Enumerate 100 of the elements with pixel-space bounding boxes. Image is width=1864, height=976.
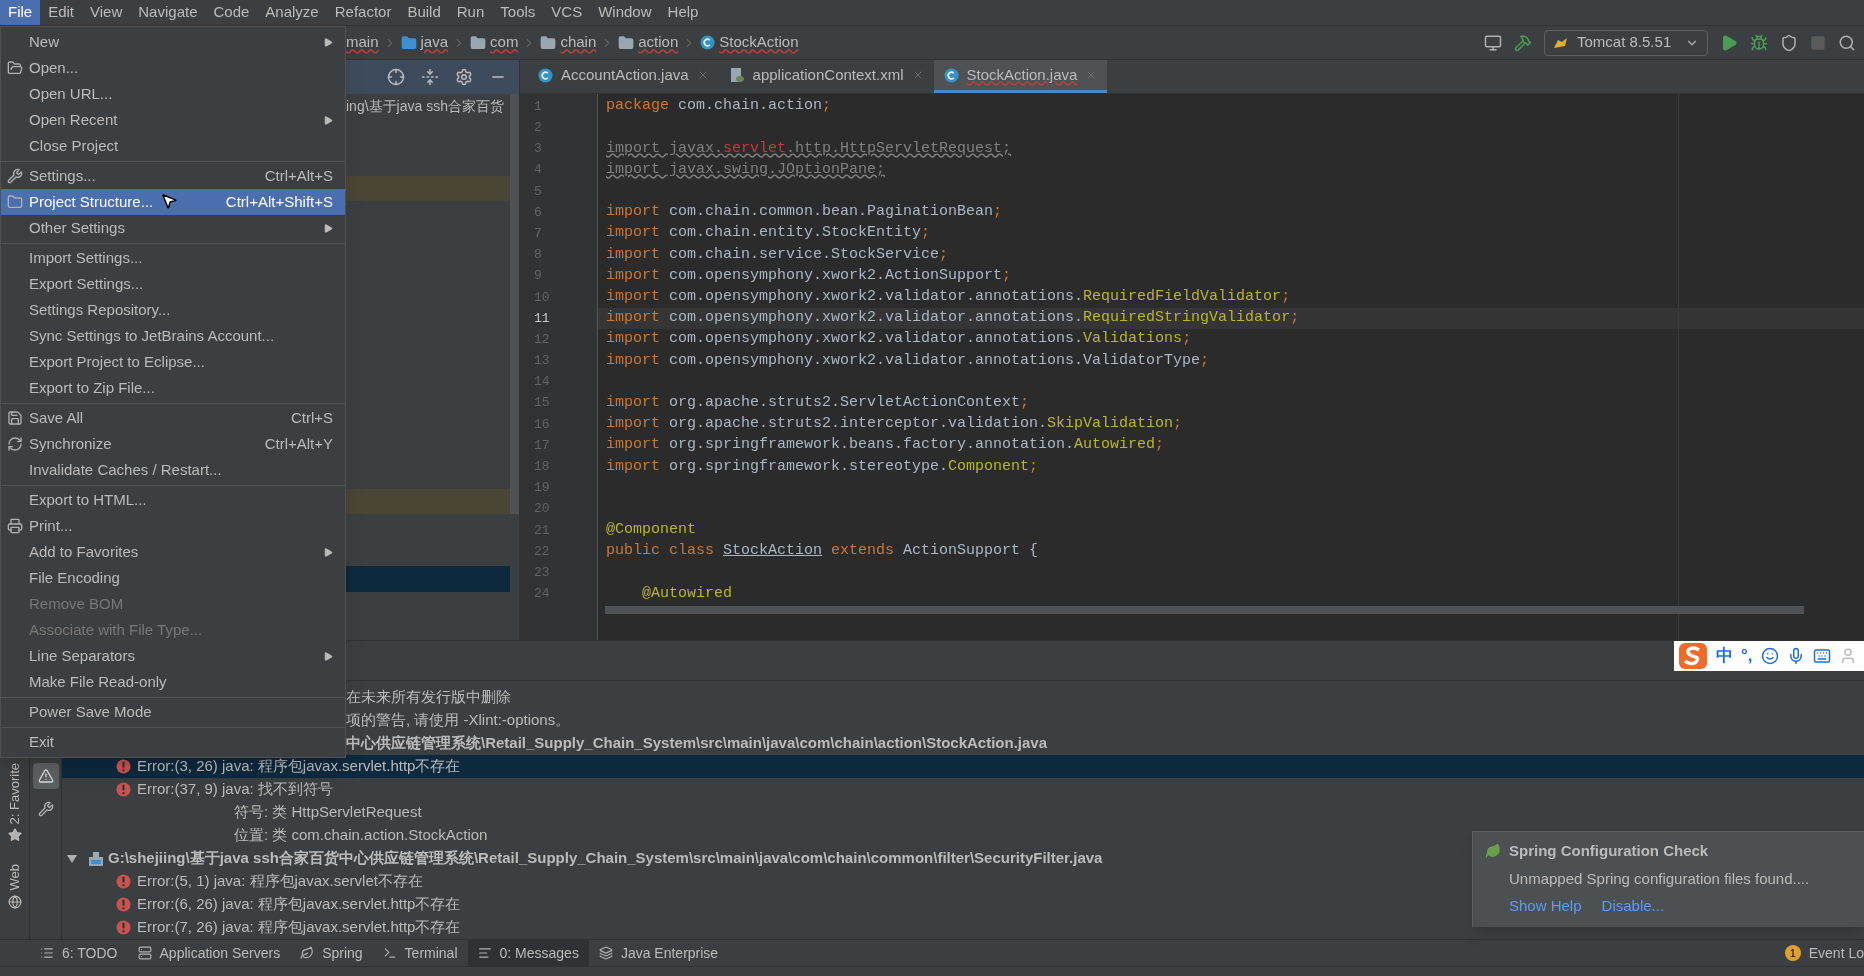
notification-link[interactable]: Show Help: [1509, 895, 1582, 918]
menu-bar-item[interactable]: Edit: [40, 0, 83, 25]
menu-item[interactable]: Open...: [1, 55, 345, 81]
menu-bar-item[interactable]: VCS: [543, 0, 591, 25]
lines-icon: [477, 946, 492, 960]
collapse-icon[interactable]: [421, 68, 439, 86]
menu-item[interactable]: Save All Ctrl+S: [1, 405, 345, 431]
locate-icon[interactable]: [387, 68, 405, 86]
side-tool-tab[interactable]: Web: [6, 864, 23, 891]
expand-arrow-icon[interactable]: [66, 853, 78, 864]
notification-link[interactable]: Disable...: [1601, 895, 1665, 918]
tool-window-tab[interactable]: Spring: [290, 940, 373, 966]
hammer-icon[interactable]: [1514, 33, 1532, 52]
menu-bar-item[interactable]: File: [0, 0, 41, 25]
menu-item[interactable]: Make File Read-only: [1, 669, 345, 695]
menu-item[interactable]: File Encoding: [1, 565, 345, 591]
editor-tab[interactable]: applicationContext.xml: [718, 60, 934, 93]
shield-icon[interactable]: [1780, 33, 1798, 52]
leaf-icon: [1485, 843, 1501, 860]
error-message[interactable]: Error:(6, 26) java: 程序包javax.servlet.http不存在: [137, 893, 461, 916]
breadcrumb-item[interactable]: java: [400, 31, 449, 54]
warnings-toggle[interactable]: [32, 763, 59, 789]
menu-bar-item[interactable]: Help: [659, 0, 707, 25]
menu-bar-item[interactable]: Refactor: [326, 0, 400, 25]
menu-item[interactable]: Open URL...: [1, 81, 345, 107]
menu-item[interactable]: Synchronize Ctrl+Alt+Y: [1, 431, 345, 457]
menu-item[interactable]: Settings Repository...: [1, 297, 345, 323]
menu-item[interactable]: Project Structure... Ctrl+Alt+Shift+S: [1, 189, 345, 215]
menu-item[interactable]: Power Save Mode: [1, 699, 345, 725]
menu-item[interactable]: Export to Zip File...: [1, 375, 345, 401]
error-message[interactable]: Error:(5, 1) java: 程序包javax.servlet不存在: [137, 870, 423, 893]
search-icon[interactable]: [1838, 33, 1856, 52]
error-message[interactable]: Error:(37, 9) java: 找不到符号: [137, 778, 333, 801]
breadcrumb-item[interactable]: chain: [540, 31, 597, 54]
tool-window-tab[interactable]: 6: TODO: [30, 940, 128, 966]
error-message[interactable]: Error:(3, 26) java: 程序包javax.servlet.http不存在: [137, 755, 461, 778]
code-line: import com.opensymphony.xwork2.validator.annotations.RequiredStringValidator;: [606, 308, 1300, 329]
menu-item[interactable]: Print...: [1, 513, 345, 539]
code-line: import org.springframework.beans.factory.annotation.Autowired;: [606, 435, 1165, 456]
submenu-arrow-icon: [324, 37, 333, 47]
menu-bar-item[interactable]: Analyze: [257, 0, 327, 25]
error-icon: [116, 874, 131, 889]
breadcrumb-item[interactable]: action: [618, 31, 679, 54]
bug-icon[interactable]: [1750, 33, 1768, 52]
ime-button[interactable]: °,: [1741, 643, 1753, 669]
menu-item[interactable]: Export to HTML...: [1, 487, 345, 513]
error-icon: [116, 897, 131, 912]
breadcrumb-item[interactable]: main: [346, 31, 379, 54]
keyboard-icon[interactable]: [1812, 647, 1831, 665]
breadcrumb-item[interactable]: StockAction: [700, 31, 799, 54]
smiley-icon[interactable]: [1760, 647, 1779, 665]
menu-bar-item[interactable]: Run: [448, 0, 493, 25]
tool-window-tab[interactable]: 0: Messages: [467, 940, 589, 966]
editor-tab[interactable]: AccountAction.java: [528, 60, 719, 93]
wrench-icon[interactable]: [37, 801, 54, 817]
menu-item[interactable]: Settings... Ctrl+Alt+S: [1, 163, 345, 189]
menu-bar-item[interactable]: Tools: [492, 0, 544, 25]
menu-item[interactable]: Open Recent: [1, 107, 345, 133]
menu-item[interactable]: Sync Settings to JetBrains Account...: [1, 323, 345, 349]
menu-item[interactable]: Export Project to Eclipse...: [1, 349, 345, 375]
menu-item[interactable]: Add to Favorites: [1, 539, 345, 565]
menu-bar-item[interactable]: View: [82, 0, 131, 25]
window-icon[interactable]: [1484, 33, 1502, 52]
ime-button[interactable]: 中: [1716, 643, 1733, 669]
submenu-arrow-icon: [324, 651, 333, 661]
breadcrumb-item[interactable]: com: [470, 31, 519, 54]
menu-item[interactable]: Invalidate Caches / Restart...: [1, 457, 345, 483]
menu-item[interactable]: Exit: [1, 729, 345, 755]
menu-item[interactable]: Other Settings: [1, 215, 345, 241]
file-path[interactable]: G:\shejiing\基于java ssh合家百货中心供应链管理系统\Retail_Supply_Chain_System\src\main\java\com\chain\common\filter\SecurityFilter.java: [108, 847, 1103, 870]
error-message[interactable]: Error:(7, 26) java: 程序包javax.servlet.http不存在: [137, 916, 461, 939]
event-log-tab[interactable]: 1 Event Lo: [1784, 940, 1864, 966]
menu-bar-item[interactable]: Code: [205, 0, 258, 25]
tool-window-tab[interactable]: Application Servers: [127, 940, 291, 966]
tool-window-tab[interactable]: Terminal: [372, 940, 468, 966]
editor-tab[interactable]: StockAction.java: [933, 60, 1108, 93]
code-line: import com.opensymphony.xwork2.validator.annotations.ValidatorType;: [606, 350, 1210, 371]
menu-item[interactable]: New: [1, 29, 345, 55]
menu-item[interactable]: Import Settings...: [1, 245, 345, 271]
run-config-dropdown[interactable]: Tomcat 8.5.51: [1544, 29, 1708, 56]
code-line: import org.apache.struts2.ServletActionContext;: [606, 392, 1030, 413]
tool-window-tab[interactable]: Java Enterprise: [588, 940, 729, 966]
folder-icon: [400, 34, 417, 51]
run-icon[interactable]: [1720, 33, 1738, 52]
menu-bar-item[interactable]: Navigate: [130, 0, 206, 25]
printer-icon: [7, 518, 23, 534]
settings-icon[interactable]: [455, 68, 473, 86]
menu-bar-item[interactable]: Window: [590, 0, 660, 25]
code-line: @Autowired: [641, 583, 733, 604]
list-icon: [40, 946, 54, 960]
code-line: import org.springframework.stereotype.Component;: [606, 456, 1039, 477]
menu-bar-item[interactable]: Build: [399, 0, 449, 25]
menu-item[interactable]: Export Settings...: [1, 271, 345, 297]
count-badge: 1: [1784, 945, 1801, 961]
menu-item[interactable]: Close Project: [1, 133, 345, 159]
menu-item[interactable]: Line Separators: [1, 643, 345, 669]
file-path[interactable]: 中心供应链管理系统\Retail_Supply_Chain_System\src\main\java\com\chain\action\StockAction.java: [346, 732, 1048, 755]
side-tool-tab[interactable]: 2: Favorite: [6, 763, 23, 825]
mouse-cursor-icon: [160, 192, 178, 210]
module-icon: [88, 850, 104, 867]
